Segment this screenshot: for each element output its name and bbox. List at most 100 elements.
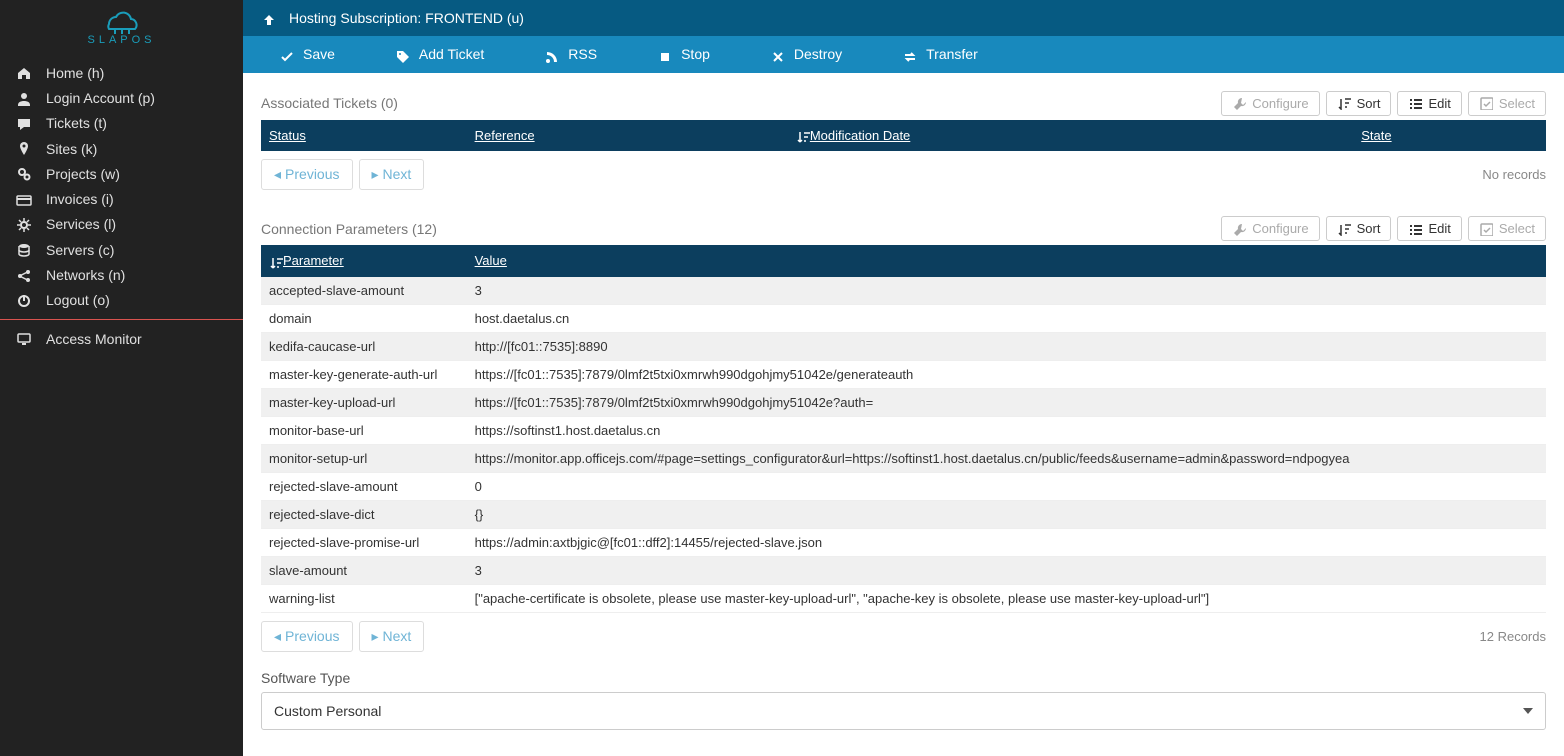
tickets-next-button[interactable]: ▸Next bbox=[359, 159, 425, 190]
sort-asc-icon bbox=[269, 255, 283, 269]
share-icon bbox=[16, 266, 32, 283]
power-icon bbox=[16, 292, 32, 309]
table-row[interactable]: accepted-slave-amount3 bbox=[261, 277, 1546, 305]
params-prev-button[interactable]: ◂Previous bbox=[261, 621, 353, 652]
param-name: monitor-base-url bbox=[261, 416, 467, 444]
col-status[interactable]: Status bbox=[261, 120, 467, 152]
destroy-action[interactable]: Destroy bbox=[770, 46, 842, 62]
sidebar: SLAPOS Home (h) Login Account (p) Tickets … bbox=[0, 0, 243, 756]
param-value: https://monitor.app.officejs.com/#page=s… bbox=[467, 444, 1546, 472]
sidebar-item-label: Invoices (i) bbox=[46, 191, 114, 207]
sidebar-item-label: Servers (c) bbox=[46, 242, 114, 258]
param-value: 0 bbox=[467, 472, 1546, 500]
param-name: slave-amount bbox=[261, 556, 467, 584]
edit-button[interactable]: Edit bbox=[1397, 216, 1461, 241]
col-modification-date[interactable]: Modification Date bbox=[788, 120, 1353, 152]
table-row[interactable]: domainhost.daetalus.cn bbox=[261, 304, 1546, 332]
table-row[interactable]: warning-list["apache-certificate is obso… bbox=[261, 584, 1546, 612]
col-reference[interactable]: Reference bbox=[467, 120, 788, 152]
logo: SLAPOS bbox=[0, 0, 243, 54]
table-row[interactable]: rejected-slave-dict{} bbox=[261, 500, 1546, 528]
sidebar-item-card[interactable]: Invoices (i) bbox=[0, 186, 243, 211]
up-arrow-icon[interactable] bbox=[261, 10, 275, 26]
sidebar-item-user[interactable]: Login Account (p) bbox=[0, 85, 243, 110]
db-icon bbox=[16, 241, 32, 258]
sidebar-item-label: Tickets (t) bbox=[46, 115, 107, 131]
param-name: monitor-setup-url bbox=[261, 444, 467, 472]
params-record-count: 12 Records bbox=[1480, 629, 1546, 644]
tickets-prev-button[interactable]: ◂Previous bbox=[261, 159, 353, 190]
pin-icon bbox=[16, 140, 32, 157]
tag-icon bbox=[395, 46, 409, 62]
tickets-section-buttons: Configure Sort Edit Select bbox=[1221, 91, 1546, 116]
software-type-select[interactable]: Custom Personal bbox=[261, 692, 1546, 730]
sidebar-item-pin[interactable]: Sites (k) bbox=[0, 136, 243, 161]
select-button[interactable]: Select bbox=[1468, 216, 1546, 241]
param-name: rejected-slave-amount bbox=[261, 472, 467, 500]
col-state[interactable]: State bbox=[1353, 120, 1546, 152]
rss-action[interactable]: RSS bbox=[544, 46, 597, 62]
param-name: domain bbox=[261, 304, 467, 332]
brand-text: SLAPOS bbox=[0, 34, 243, 46]
stop-action[interactable]: Stop bbox=[657, 46, 710, 62]
sidebar-item-cog[interactable]: Services (l) bbox=[0, 212, 243, 237]
sort-desc-icon bbox=[796, 129, 810, 143]
param-name: master-key-upload-url bbox=[261, 388, 467, 416]
table-row[interactable]: master-key-upload-urlhttps://[fc01::7535… bbox=[261, 388, 1546, 416]
sidebar-item-label: Networks (n) bbox=[46, 267, 125, 283]
table-row[interactable]: rejected-slave-amount0 bbox=[261, 472, 1546, 500]
action-toolbar: Save Add Ticket RSS Stop Destroy Transfer bbox=[243, 36, 1564, 72]
sort-button[interactable]: Sort bbox=[1326, 216, 1392, 241]
col-value[interactable]: Value bbox=[467, 245, 1546, 277]
sidebar-item-label: Sites (k) bbox=[46, 141, 97, 157]
rss-icon bbox=[544, 46, 558, 62]
add-ticket-action[interactable]: Add Ticket bbox=[395, 46, 484, 62]
sidebar-item-home[interactable]: Home (h) bbox=[0, 60, 243, 85]
sidebar-item-db[interactable]: Servers (c) bbox=[0, 237, 243, 262]
sidebar-item-share[interactable]: Networks (n) bbox=[0, 262, 243, 287]
params-table: Parameter Value accepted-slave-amount3do… bbox=[261, 245, 1546, 613]
cog-icon bbox=[16, 216, 32, 233]
sidebar-item-label: Projects (w) bbox=[46, 166, 120, 182]
sidebar-item-label: Logout (o) bbox=[46, 292, 110, 308]
table-row[interactable]: slave-amount3 bbox=[261, 556, 1546, 584]
edit-button[interactable]: Edit bbox=[1397, 91, 1461, 116]
tickets-record-count: No records bbox=[1482, 167, 1546, 182]
check-icon bbox=[279, 46, 293, 62]
param-value: host.daetalus.cn bbox=[467, 304, 1546, 332]
param-value: {} bbox=[467, 500, 1546, 528]
transfer-action[interactable]: Transfer bbox=[902, 46, 978, 62]
configure-button[interactable]: Configure bbox=[1221, 91, 1319, 116]
titlebar: Hosting Subscription: FRONTEND (u) bbox=[243, 0, 1564, 36]
param-name: accepted-slave-amount bbox=[261, 277, 467, 305]
table-row[interactable]: master-key-generate-auth-urlhttps://[fc0… bbox=[261, 360, 1546, 388]
save-action[interactable]: Save bbox=[279, 46, 335, 62]
tickets-table: Status Reference Modification Date State bbox=[261, 120, 1546, 152]
card-icon bbox=[16, 190, 32, 207]
table-row[interactable]: rejected-slave-promise-urlhttps://admin:… bbox=[261, 528, 1546, 556]
gears-icon bbox=[16, 165, 32, 182]
desktop-icon bbox=[16, 330, 32, 347]
params-next-button[interactable]: ▸Next bbox=[359, 621, 425, 652]
param-value: http://[fc01::7535]:8890 bbox=[467, 332, 1546, 360]
param-name: kedifa-caucase-url bbox=[261, 332, 467, 360]
sort-button[interactable]: Sort bbox=[1326, 91, 1392, 116]
home-icon bbox=[16, 64, 32, 81]
table-row[interactable]: monitor-base-urlhttps://softinst1.host.d… bbox=[261, 416, 1546, 444]
table-row[interactable]: monitor-setup-urlhttps://monitor.app.off… bbox=[261, 444, 1546, 472]
sidebar-item-gears[interactable]: Projects (w) bbox=[0, 161, 243, 186]
table-row[interactable]: kedifa-caucase-urlhttp://[fc01::7535]:88… bbox=[261, 332, 1546, 360]
param-name: warning-list bbox=[261, 584, 467, 612]
sidebar-item-access-monitor[interactable]: Access Monitor bbox=[0, 326, 243, 351]
transfer-icon bbox=[902, 46, 916, 62]
configure-button[interactable]: Configure bbox=[1221, 216, 1319, 241]
sidebar-item-power[interactable]: Logout (o) bbox=[0, 288, 243, 313]
select-button[interactable]: Select bbox=[1468, 91, 1546, 116]
stop-icon bbox=[657, 46, 671, 62]
software-type-label: Software Type bbox=[261, 670, 1546, 686]
x-icon bbox=[770, 46, 784, 62]
col-parameter[interactable]: Parameter bbox=[261, 245, 467, 277]
sidebar-item-label: Login Account (p) bbox=[46, 90, 155, 106]
sidebar-item-chat[interactable]: Tickets (t) bbox=[0, 111, 243, 136]
param-value: https://[fc01::7535]:7879/0lmf2t5txi0xmr… bbox=[467, 360, 1546, 388]
